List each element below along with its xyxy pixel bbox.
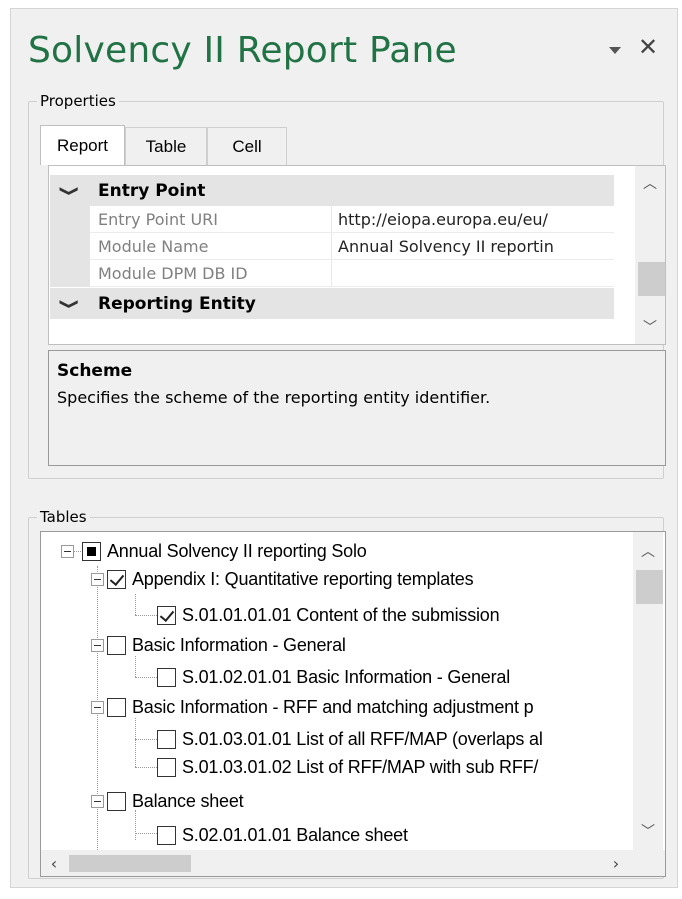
row-margin	[50, 260, 90, 287]
tree-checkbox[interactable]	[82, 541, 101, 561]
property-name: Module Name	[90, 233, 332, 260]
tree-node-leaf[interactable]: S.01.03.01.01 List of all RFF/MAP (overl…	[157, 725, 543, 753]
property-name: Module DPM DB ID	[90, 260, 332, 287]
tree-connector	[135, 594, 136, 615]
tree-node-label: Basic Information - RFF and matching adj…	[132, 696, 534, 717]
tree-node-label: S.01.02.01.01 Basic Information - Genera…	[182, 666, 510, 687]
tree-node[interactable]: Basic Information - General	[91, 631, 346, 659]
row-margin	[50, 233, 90, 260]
property-row[interactable]: Entry Point URI http://eiopa.europa.eu/e…	[50, 206, 614, 233]
pane-title: Solvency II Report Pane	[28, 30, 457, 71]
tree-view: Annual Solvency II reporting Solo Append…	[41, 532, 631, 850]
tree-checkbox[interactable]	[107, 635, 126, 655]
property-name: Entry Point URI	[90, 206, 332, 233]
tree-checkbox[interactable]	[107, 569, 126, 589]
collapse-minus-icon[interactable]	[91, 794, 104, 808]
tree-node-leaf[interactable]: S.01.02.01.01 Basic Information - Genera…	[157, 663, 510, 691]
tree-checkbox[interactable]	[157, 729, 176, 749]
property-grid: ❯ Entry Point Entry Point URI http://eio…	[48, 165, 666, 345]
chevron-down-icon[interactable]: ﹀	[635, 314, 665, 340]
collapse-minus-icon[interactable]	[91, 700, 104, 714]
category-label: Reporting Entity	[98, 293, 256, 314]
scrollbar-thumb[interactable]	[636, 570, 663, 604]
tree-node-label: Basic Information - General	[132, 634, 346, 655]
property-grid-scrollbar[interactable]: ︿ ﹀	[635, 166, 665, 344]
collapse-minus-icon[interactable]	[61, 544, 74, 558]
category-reporting-entity[interactable]: ❯ Reporting Entity	[50, 288, 614, 319]
chevron-down-icon[interactable]: ❯	[59, 285, 80, 323]
category-label: Entry Point	[98, 180, 206, 201]
tree-checkbox[interactable]	[107, 697, 126, 717]
tree-connector	[135, 833, 157, 834]
tree-connector	[135, 718, 136, 767]
chevron-down-icon[interactable]: ❯	[59, 172, 80, 210]
row-margin	[50, 206, 90, 233]
chevron-left-icon[interactable]: ‹	[41, 850, 67, 876]
tree-node[interactable]: Balance sheet	[91, 787, 244, 815]
tree-horizontal-scrollbar[interactable]: ‹ ›	[41, 850, 665, 876]
tree-checkbox[interactable]	[157, 757, 176, 777]
scrollbar-thumb[interactable]	[638, 262, 665, 296]
tree-checkbox[interactable]	[107, 791, 126, 811]
tree-connector	[135, 767, 157, 768]
chevron-right-icon[interactable]: ›	[603, 850, 629, 876]
tree-node-label: S.01.03.01.01 List of all RFF/MAP (overl…	[182, 728, 543, 749]
tree-node-label: Annual Solvency II reporting Solo	[107, 540, 367, 561]
pane-options-dropdown-icon[interactable]	[606, 44, 626, 58]
tree-connector	[135, 656, 136, 677]
chevron-up-icon[interactable]: ︿	[635, 170, 665, 196]
property-row[interactable]: Module Name Annual Solvency II reportin	[50, 233, 614, 260]
description-panel: Scheme Specifies the scheme of the repor…	[48, 350, 666, 466]
properties-group-label: Properties	[37, 92, 119, 110]
tree-node-label: S.02.01.01.01 Balance sheet	[182, 824, 408, 845]
tree-node-label: Appendix I: Quantitative reporting templ…	[132, 568, 474, 589]
tab-report[interactable]: Report	[40, 125, 125, 165]
property-value[interactable]	[332, 260, 614, 287]
tree-connector	[135, 677, 157, 678]
tree-checkbox[interactable]	[157, 667, 176, 687]
tree-node-leaf[interactable]: S.01.03.01.02 List of RFF/MAP with sub R…	[157, 753, 538, 781]
tree-connector	[135, 739, 157, 740]
collapse-minus-icon[interactable]	[91, 572, 104, 586]
chevron-up-icon[interactable]: ︿	[633, 538, 663, 564]
tables-group-label: Tables	[37, 508, 90, 526]
description-title: Scheme	[57, 361, 133, 381]
tree-checkbox[interactable]	[157, 825, 176, 845]
collapse-minus-icon[interactable]	[91, 638, 104, 652]
description-text: Specifies the scheme of the reporting en…	[57, 388, 491, 407]
property-value[interactable]: http://eiopa.europa.eu/eu/	[332, 206, 614, 233]
tree-node-leaf[interactable]: S.02.01.01.01 Balance sheet	[157, 821, 408, 849]
tab-table[interactable]: Table	[125, 127, 207, 165]
chevron-down-icon[interactable]: ﹀	[633, 818, 663, 844]
tree-node-leaf[interactable]: S.01.01.01.01 Content of the submission	[157, 601, 500, 629]
tree-checkbox[interactable]	[157, 605, 176, 625]
tree-node-label: S.01.01.01.01 Content of the submission	[182, 604, 500, 625]
tree-node-root[interactable]: Annual Solvency II reporting Solo	[61, 537, 367, 565]
category-entry-point[interactable]: ❯ Entry Point	[50, 175, 614, 206]
property-value[interactable]: Annual Solvency II reportin	[332, 233, 614, 260]
tree-connector	[135, 615, 157, 616]
tree-node[interactable]: Basic Information - RFF and matching adj…	[91, 693, 534, 721]
tree-node[interactable]: Appendix I: Quantitative reporting templ…	[91, 565, 474, 593]
tree-node-label: Balance sheet	[132, 790, 244, 811]
scrollbar-thumb[interactable]	[69, 855, 191, 872]
tree-node-label: S.01.03.01.02 List of RFF/MAP with sub R…	[182, 756, 539, 777]
close-icon[interactable]: ✕	[638, 35, 658, 59]
tab-cell[interactable]: Cell	[207, 127, 287, 165]
tree-vertical-scrollbar[interactable]: ︿ ﹀	[633, 532, 663, 850]
tables-tree: Annual Solvency II reporting Solo Append…	[40, 531, 666, 877]
property-row[interactable]: Module DPM DB ID	[50, 260, 614, 287]
